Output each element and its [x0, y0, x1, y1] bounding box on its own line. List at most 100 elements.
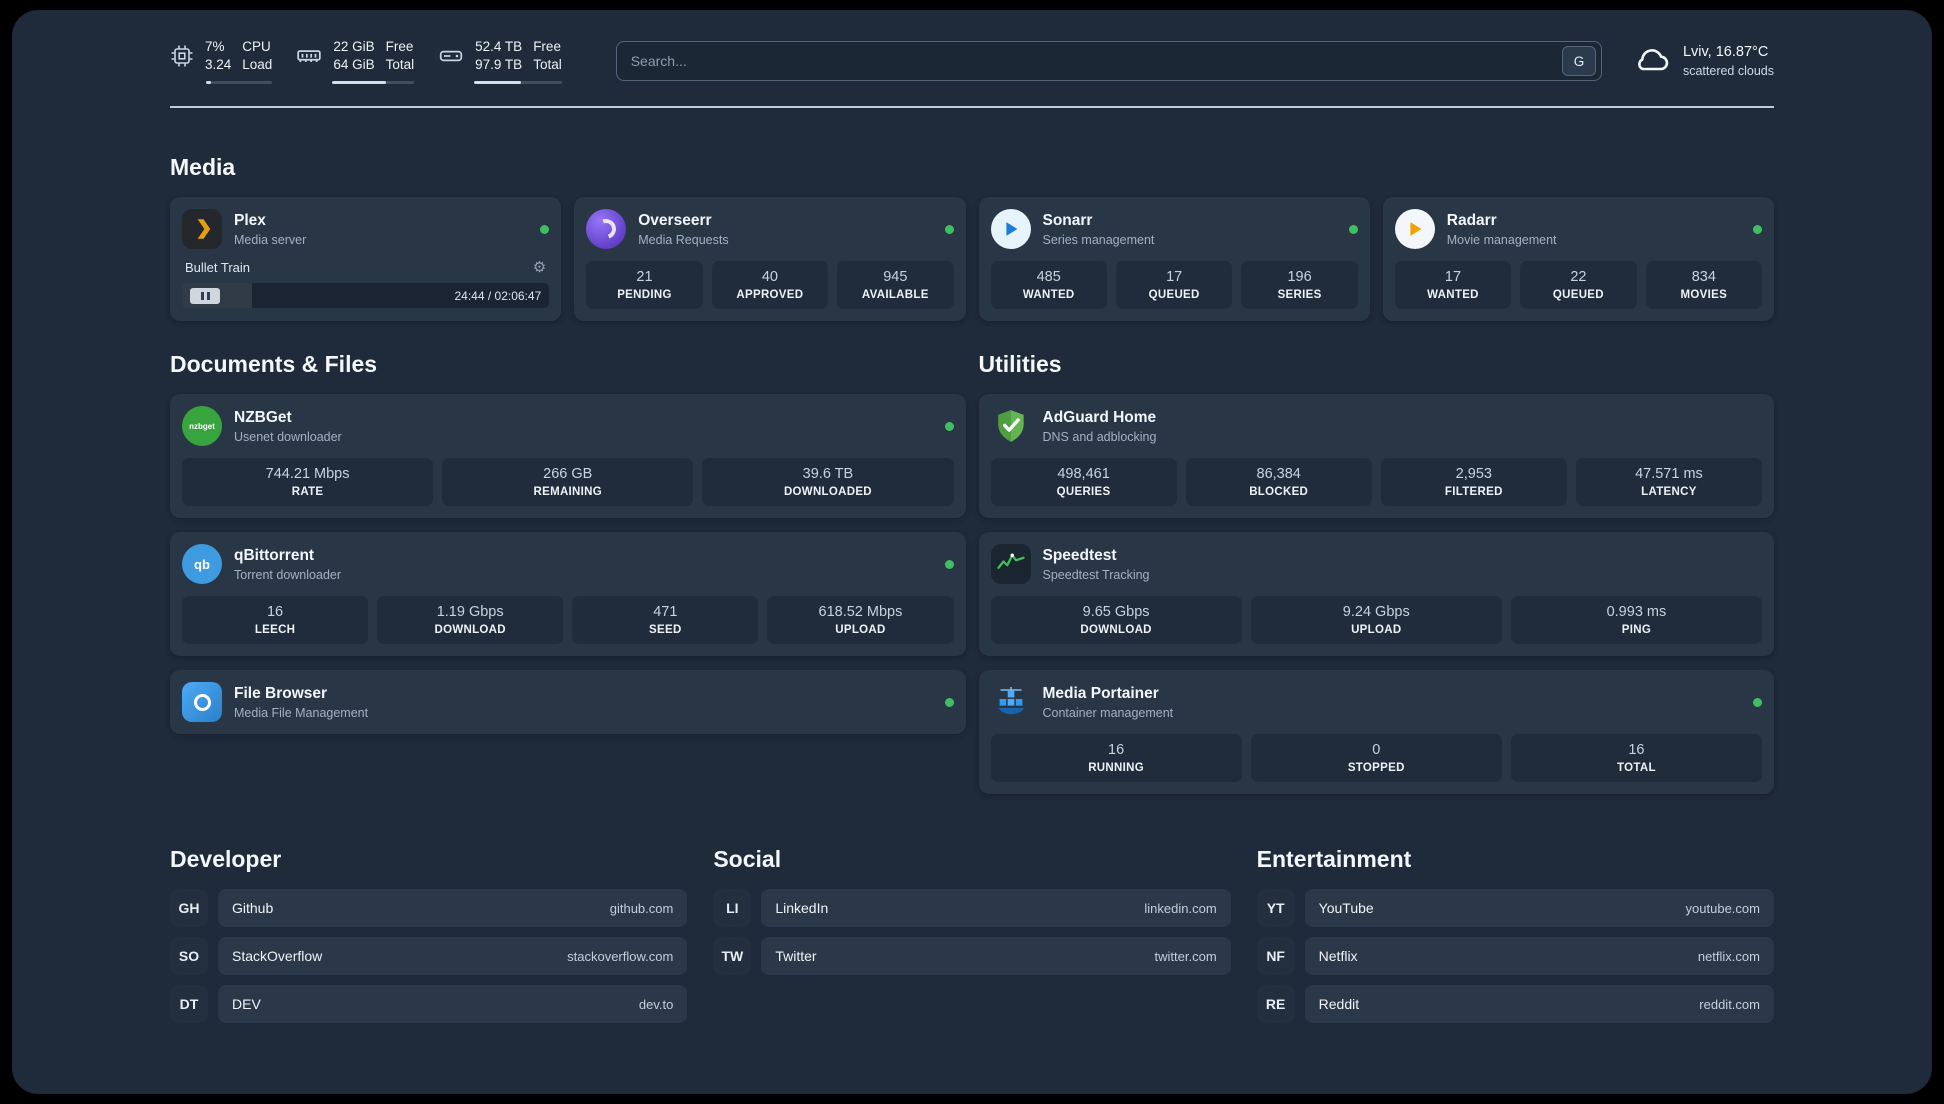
section-title-developer: Developer — [170, 846, 282, 872]
app-card-radarr[interactable]: Radarr Movie management 17 WANTED 22 QUE… — [1382, 197, 1774, 321]
stat-tile: 471 SEED — [572, 596, 759, 644]
app-name: qBittorrent — [234, 546, 315, 564]
status-dot — [944, 697, 954, 707]
cloud-icon — [1632, 44, 1672, 79]
section-title-social: Social — [713, 846, 782, 872]
bookmark-youtube[interactable]: YT YouTube youtube.com — [1256, 889, 1774, 927]
app-card-plex[interactable]: Plex Media server Bullet Train ⚙ 24:44 /… — [170, 197, 562, 321]
cpu-widget: 7% 3.24 CPU Load — [170, 38, 273, 84]
plex-now-playing: Bullet Train ⚙ 24:44 / 02:06:47 — [182, 258, 550, 308]
speedtest-icon — [990, 544, 1031, 584]
filebrowser-icon — [182, 682, 222, 722]
bookmark-abbr: SO — [170, 937, 208, 975]
stat-tile: 16 LEECH — [182, 596, 369, 644]
status-dot — [540, 224, 550, 234]
app-subtitle: Media Requests — [638, 232, 729, 247]
weather-condition: scattered clouds — [1682, 63, 1774, 78]
bookmark-name: DEV — [232, 996, 261, 1012]
disk-progress-bar — [474, 80, 562, 84]
weather-location: Lviv, 16.87°C — [1682, 44, 1769, 61]
app-name: AdGuard Home — [1042, 408, 1157, 426]
app-name: Speedtest — [1042, 546, 1117, 564]
bookmark-url: reddit.com — [1699, 996, 1760, 1012]
bookmark-netflix[interactable]: NF Netflix netflix.com — [1256, 937, 1774, 975]
app-card-filebrowser[interactable]: File Browser Media File Management — [170, 670, 966, 734]
section-title-documents: Documents & Files — [170, 351, 378, 377]
plex-icon — [182, 209, 222, 249]
stat-tile: 1.19 Gbps DOWNLOAD — [377, 596, 564, 644]
cpu-label-top: CPU — [242, 39, 271, 55]
cpu-percent: 7% — [205, 39, 225, 55]
pause-button[interactable] — [190, 287, 220, 304]
app-subtitle: Movie management — [1446, 232, 1557, 247]
playback-progress-bar[interactable]: 24:44 / 02:06:47 — [182, 283, 550, 308]
stat-tile: 16 RUNNING — [990, 734, 1242, 782]
status-dot — [944, 224, 954, 234]
ram-label-total: Total — [385, 57, 415, 72]
stat-tile: 9.65 Gbps DOWNLOAD — [990, 596, 1242, 644]
documents-column: Documents & Files nzbget NZBGet Usenet d… — [170, 321, 966, 748]
middle-columns: Documents & Files nzbget NZBGet Usenet d… — [170, 321, 1774, 808]
app-subtitle: Media File Management — [234, 705, 369, 720]
bookmark-twitter[interactable]: TW Twitter twitter.com — [713, 937, 1231, 975]
bookmark-abbr: YT — [1256, 889, 1295, 927]
dashboard-frame: 7% 3.24 CPU Load 22 GiB 64 GiB Free Tota… — [12, 10, 1932, 1094]
app-name: Sonarr — [1042, 211, 1093, 229]
status-dot — [1753, 697, 1762, 707]
app-card-qbittorrent[interactable]: qb qBittorrent Torrent downloader 16 LEE… — [170, 532, 966, 656]
bookmarks-area: Developer GH Github github.com SO StackO… — [170, 846, 1774, 1033]
bookmark-url: linkedin.com — [1144, 900, 1217, 916]
bookmark-github[interactable]: GH Github github.com — [170, 889, 688, 927]
status-dot — [944, 559, 954, 569]
app-card-adguard[interactable]: AdGuard Home DNS and adblocking 498,461 … — [978, 394, 1774, 518]
bookmark-url: github.com — [609, 900, 674, 916]
status-dot — [944, 421, 954, 431]
bookmark-url: twitter.com — [1154, 948, 1217, 964]
search-engine-button[interactable]: G — [1561, 46, 1596, 76]
stat-tile: 0 STOPPED — [1250, 734, 1502, 782]
app-card-sonarr[interactable]: Sonarr Series management 485 WANTED 17 Q… — [978, 197, 1370, 321]
bookmark-name: YouTube — [1318, 900, 1374, 916]
bookmark-reddit[interactable]: RE Reddit reddit.com — [1256, 985, 1774, 1023]
search-bar[interactable]: G — [615, 41, 1602, 81]
stat-tile: 498,461 QUERIES — [990, 458, 1177, 506]
disk-widget: 52.4 TB 97.9 TB Free Total — [438, 38, 562, 84]
stat-tile: 0.993 ms PING — [1510, 596, 1763, 644]
search-input[interactable] — [630, 53, 1562, 69]
app-subtitle: Usenet downloader — [234, 429, 342, 444]
bookmark-linkedin[interactable]: LI LinkedIn linkedin.com — [713, 889, 1231, 927]
ram-icon — [296, 43, 322, 69]
bookmark-abbr: NF — [1256, 937, 1295, 975]
stat-tile: 834 MOVIES — [1645, 261, 1763, 309]
ram-total-value: 64 GiB — [333, 57, 375, 72]
app-card-nzbget[interactable]: nzbget NZBGet Usenet downloader 744.21 M… — [170, 394, 966, 518]
stat-tile: 16 TOTAL — [1510, 734, 1763, 782]
bookmark-group-developer: Developer GH Github github.com SO StackO… — [170, 846, 688, 1033]
bookmark-dev[interactable]: DT DEV dev.to — [170, 985, 688, 1023]
stat-tile: 196 SERIES — [1241, 261, 1358, 309]
bookmark-url: youtube.com — [1685, 900, 1760, 916]
app-subtitle: DNS and adblocking — [1042, 429, 1157, 444]
overseerr-icon — [586, 209, 627, 249]
disk-free-value: 52.4 TB — [475, 39, 523, 55]
ram-progress-bar — [332, 80, 415, 84]
section-title-entertainment: Entertainment — [1256, 846, 1412, 872]
app-card-speedtest[interactable]: Speedtest Speedtest Tracking 9.65 Gbps D… — [978, 532, 1774, 656]
bookmark-stackoverflow[interactable]: SO StackOverflow stackoverflow.com — [170, 937, 688, 975]
bookmark-name: Github — [232, 900, 274, 916]
bookmark-url: dev.to — [638, 996, 674, 1012]
stat-tile: 266 GB REMAINING — [442, 458, 694, 506]
app-name: Overseerr — [638, 211, 712, 229]
bookmark-abbr: RE — [1256, 985, 1295, 1023]
bookmark-abbr: DT — [170, 985, 208, 1023]
bookmark-group-entertainment: Entertainment YT YouTube youtube.com NF … — [1256, 846, 1774, 1033]
cpu-label-bottom: Load — [242, 57, 273, 72]
header-divider — [170, 106, 1774, 108]
app-name: Media Portainer — [1042, 684, 1159, 702]
bookmark-name: LinkedIn — [775, 900, 829, 916]
app-card-portainer[interactable]: Media Portainer Container management 16 … — [978, 670, 1774, 794]
stat-tile: 2,953 FILTERED — [1380, 458, 1567, 506]
app-card-overseerr[interactable]: Overseerr Media Requests 21 PENDING 40 A… — [574, 197, 966, 321]
cpu-load-value: 3.24 — [205, 57, 232, 72]
settings-gear-icon[interactable]: ⚙ — [533, 258, 546, 276]
